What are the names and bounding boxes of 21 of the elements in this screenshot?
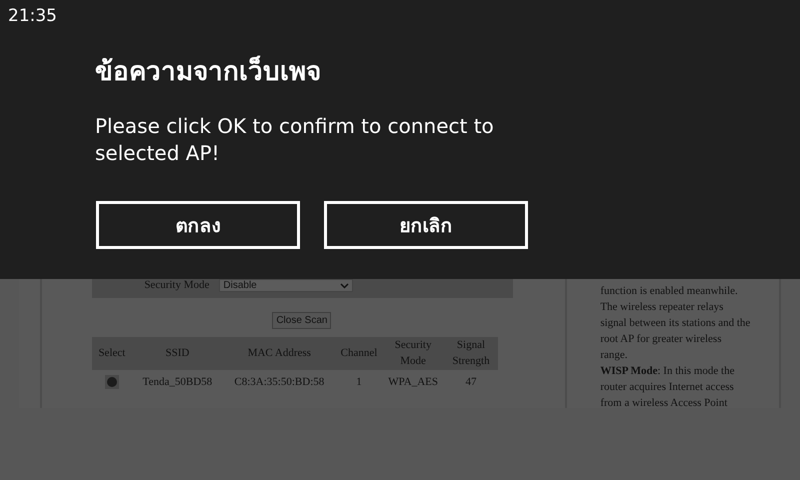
ok-button[interactable]: ตกลง [96, 201, 300, 249]
table-cell: C8:3A:35:50:BD:58 [223, 370, 336, 394]
column-header: Channel [335, 337, 383, 370]
field-label: Security Mode [144, 279, 210, 291]
column-header: SSID [131, 337, 224, 370]
dialog-title: ข้อความจากเว็บเพจ [95, 54, 322, 89]
help-text: WISP Mode: In this mode the router acquires Internet access from a wireless Access Point [600, 364, 736, 408]
radio-button[interactable] [104, 375, 119, 389]
column-header: MAC Address [223, 337, 336, 370]
table-cell: 47 [444, 370, 498, 394]
column-header: Signal Strength [444, 337, 498, 370]
table-cell: WPA_AES [382, 370, 444, 394]
table-cell: 1 [335, 370, 383, 394]
chevron-icon [340, 282, 350, 288]
help-text: function is enabled meanwhile. The wireless repeater relays signal between its stations and the root AP for greater wireless range. [600, 284, 750, 363]
cancel-button[interactable]: ยกเลิก [324, 201, 528, 249]
dialog-message: Please click OK to confirm to connect to selected AP! [95, 113, 495, 167]
table-cell: Tenda_50BD58 [131, 370, 224, 394]
clock: 21:35 [8, 6, 58, 26]
column-header: Security Mode [382, 337, 444, 370]
column-header: Select [92, 337, 132, 370]
